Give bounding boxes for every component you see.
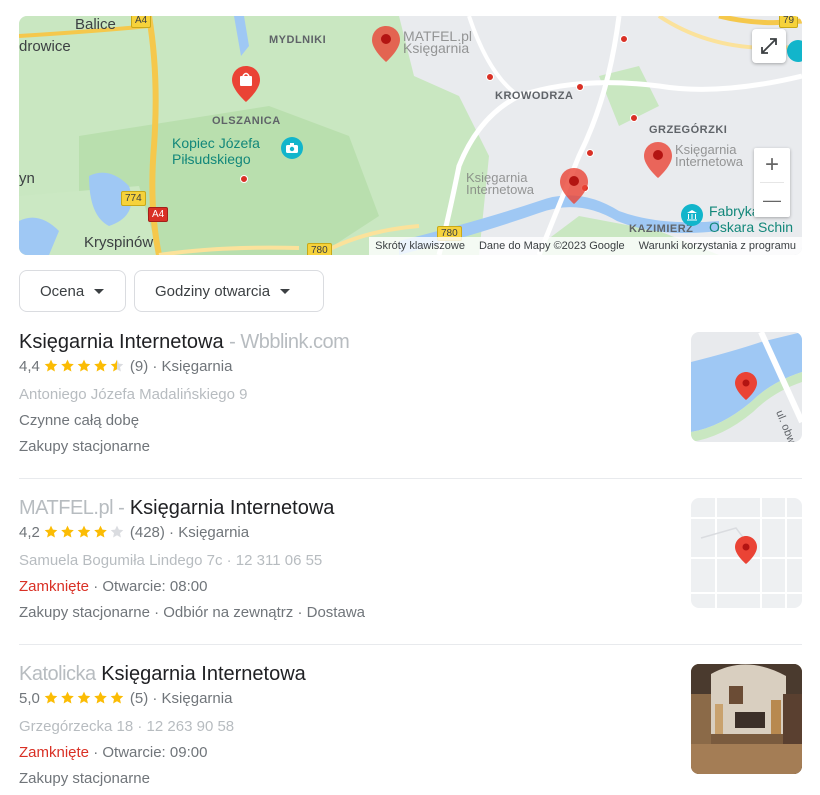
star-rating-icon [44, 522, 126, 548]
review-count[interactable]: (5) [130, 690, 148, 707]
results-map[interactable]: Balice drowice yn Kryspinów MYDLNIKI OLS… [19, 16, 802, 255]
result-address: Grzegórzecka 18 · 12 263 90 58 [19, 718, 235, 735]
expand-map-button[interactable] [752, 29, 786, 63]
map-data-attribution: Dane do Mapy ©2023 Google [478, 240, 625, 252]
result-services: Zakupy stacjonarne [19, 770, 150, 787]
store-interior-photo [691, 664, 802, 774]
star-rating-icon [44, 356, 126, 382]
filter-chip-label: Ocena [40, 282, 85, 300]
result-title-blurred: - Wbblink.com [229, 331, 350, 353]
result-title-text: Księgarnia Internetowa [129, 497, 335, 519]
map-blurred-label-matfel: MATFEL.pl Księgarnia [403, 28, 472, 56]
rating-value: 4,2 [19, 524, 40, 541]
map-result-dot[interactable] [576, 83, 584, 91]
camera-icon[interactable] [281, 137, 303, 159]
result-item[interactable]: Katolicka Księgarnia Internetowa 5,0 (5) … [19, 662, 802, 792]
keyboard-shortcuts-link[interactable]: Skróty klawiszowe [375, 240, 465, 252]
museum-icon[interactable] [681, 204, 703, 226]
zoom-control: + — [754, 148, 790, 217]
map-place-grzegorzki: GRZEGÓRZKI [649, 124, 728, 136]
result-services: Zakupy stacjonarne · Odbiór na zewnątrz … [19, 604, 365, 621]
dropdown-caret-icon [94, 288, 105, 294]
result-rating-row: 4,4 (9) · Księgarnia [19, 354, 802, 382]
terms-link[interactable]: Warunki korzystania z programu [639, 240, 796, 252]
map-place-kazimierz: KAZIMIERZ [629, 223, 694, 235]
result-hours: · Otwarcie: 09:00 [93, 744, 208, 761]
filter-chip-rating[interactable]: Ocena [19, 270, 126, 312]
map-result-dot[interactable] [486, 73, 494, 81]
map-place-drowice: drowice [19, 38, 71, 55]
thumbnail-map-graphic: ul. obw [691, 332, 802, 442]
result-services: Zakupy stacjonarne [19, 438, 150, 455]
road-shield-780b: 780 [307, 243, 332, 255]
result-pin-icon[interactable] [560, 168, 588, 204]
thumbnail-map-graphic [691, 498, 802, 608]
map-result-dot[interactable] [630, 114, 638, 122]
shopping-pin-icon[interactable] [232, 66, 260, 102]
result-title[interactable]: Księgarnia Internetowa - Wbblink.com [19, 330, 802, 354]
poi-label-kopiec[interactable]: Kopiec Józefa Piłsudskiego [172, 135, 260, 167]
filter-chip-label: Godziny otwarcia [155, 282, 271, 300]
result-item[interactable]: MATFEL.pl - Księgarnia Internetowa 4,2 (4… [19, 496, 802, 626]
result-rating-row: 5,0 (5) · Księgarnia [19, 686, 802, 714]
hours-status-closed: Zamknięte [19, 744, 90, 761]
result-category: Księgarnia [161, 690, 233, 707]
road-shield-a4-bottom: A4 [148, 207, 169, 222]
result-title-text: Księgarnia Internetowa [19, 331, 224, 353]
result-address: Samuela Bogumiła Lindego 7c · 12 311 06 … [19, 552, 323, 569]
result-pin-icon[interactable] [372, 26, 400, 62]
map-place-yn: yn [19, 170, 35, 187]
map-result-dot[interactable] [240, 175, 248, 183]
result-title[interactable]: MATFEL.pl - Księgarnia Internetowa [19, 496, 802, 520]
result-item[interactable]: Księgarnia Internetowa - Wbblink.com 4,4… [19, 330, 802, 460]
expand-icon [761, 38, 777, 54]
result-thumbnail-photo[interactable] [691, 664, 802, 774]
result-pin-icon[interactable] [644, 142, 672, 178]
result-address: Antoniego Józefa Madalińskiego 9 [19, 386, 248, 403]
map-place-kryspinow: Kryspinów [84, 234, 154, 251]
map-attribution: Skróty klawiszowe Dane do Mapy ©2023 Goo… [369, 237, 802, 255]
review-count[interactable]: (9) [130, 358, 148, 375]
filter-chip-hours[interactable]: Godziny otwarcia [134, 270, 324, 312]
rating-value: 4,4 [19, 358, 40, 375]
map-place-krowodrza: KROWODRZA [495, 90, 574, 102]
result-title[interactable]: Katolicka Księgarnia Internetowa [19, 662, 802, 686]
map-result-dot[interactable] [620, 35, 628, 43]
zoom-out-button[interactable]: — [754, 183, 790, 217]
map-blurred-label-right: Księgarnia Internetowa [675, 142, 743, 169]
result-hours: Czynne całą dobę [19, 412, 140, 429]
road-shield-a4-top: A4 [131, 16, 152, 28]
result-title-blurred: MATFEL.pl - [19, 497, 125, 519]
rating-value: 5,0 [19, 690, 40, 707]
review-count[interactable]: (428) [130, 524, 165, 541]
zoom-in-button[interactable]: + [754, 148, 790, 182]
road-shield-774: 774 [121, 191, 146, 206]
result-thumbnail-map[interactable]: ul. obw [691, 332, 802, 442]
result-category: Księgarnia [178, 524, 250, 541]
road-shield-79: 79 [779, 16, 799, 28]
map-result-dot[interactable] [586, 149, 594, 157]
result-thumbnail-map[interactable] [691, 498, 802, 608]
dropdown-caret-icon [280, 288, 291, 294]
hours-status-closed: Zamknięte [19, 578, 90, 595]
map-blurred-label-center: Księgarnia Internetowa [466, 170, 534, 197]
result-rating-row: 4,2 (428) · Księgarnia [19, 520, 802, 548]
result-title-text: Księgarnia Internetowa [101, 663, 306, 685]
map-place-balice: Balice [75, 16, 116, 33]
star-rating-icon [44, 688, 126, 714]
filter-bar: Ocena Godziny otwarcia [19, 270, 324, 312]
museum-icon-right[interactable] [787, 40, 802, 62]
result-title-blurred: Katolicka [19, 663, 96, 685]
map-place-olszanica: OLSZANICA [212, 115, 281, 127]
map-place-mydlniki: MYDLNIKI [269, 34, 327, 46]
result-divider [19, 478, 802, 479]
result-category: Księgarnia [161, 358, 233, 375]
result-divider [19, 644, 802, 645]
result-hours: · Otwarcie: 08:00 [93, 578, 208, 595]
